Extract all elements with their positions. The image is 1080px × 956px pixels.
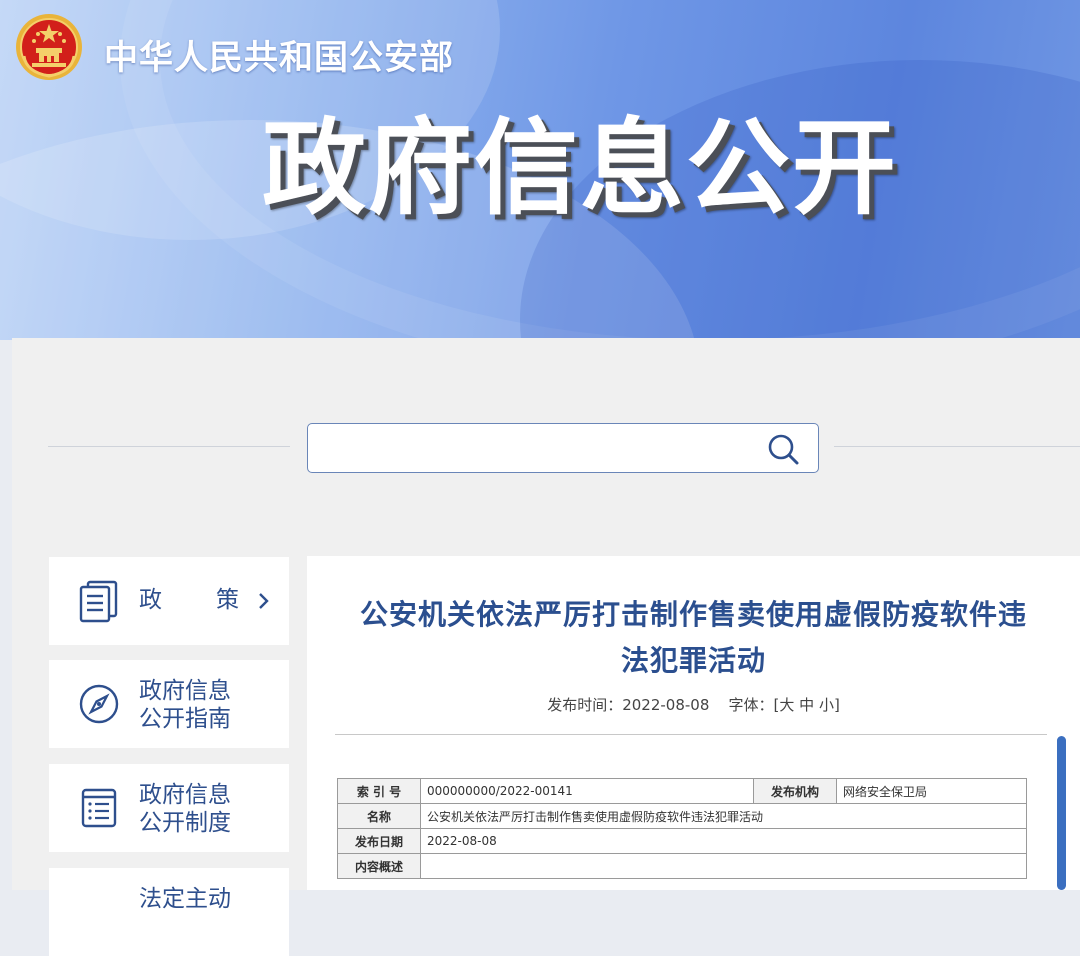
nav-label-line: 公开指南: [139, 706, 231, 732]
publish-time-label: 发布时间：: [547, 696, 623, 714]
nav-item-label: 政府信息 公开指南: [139, 677, 259, 733]
font-size-large-button[interactable]: 大: [779, 696, 794, 714]
table-cell-label: 索 引 号: [337, 778, 421, 804]
font-size-label: 字体：: [728, 696, 774, 714]
article-panel: 公安机关依法严厉打击制作售卖使用虚假防疫软件违 法犯罪活动 发布时间：2022-…: [307, 556, 1080, 890]
nav-label-line: 政府信息: [139, 678, 231, 704]
nav-item-label: 法定主动: [139, 885, 259, 913]
search-box: [307, 423, 819, 473]
chevron-right-icon: [259, 593, 269, 609]
table-row: 索 引 号 000000000/2022-00141 发布机构 网络安全保卫局: [337, 778, 1027, 804]
scrollbar-thumb[interactable]: [1057, 736, 1066, 890]
nav-label-part: 策: [216, 587, 239, 613]
site-name[interactable]: 中华人民共和国公安部: [104, 30, 454, 79]
divider: [335, 734, 1047, 735]
article-title-line: 公安机关依法严厉打击制作售卖使用虚假防疫软件违: [359, 598, 1027, 631]
nav-label-line: 政府信息: [139, 782, 231, 808]
header-banner: 中华人民共和国公安部 政府信息公开: [0, 0, 1080, 340]
table-cell-value: [420, 853, 1027, 879]
national-emblem-icon[interactable]: [14, 12, 84, 82]
table-row: 名称 公安机关依法严厉打击制作售卖使用虚假防疫软件违法犯罪活动: [337, 803, 1027, 829]
table-cell-label: 内容概述: [337, 853, 421, 879]
nav-item-statutory[interactable]: 法定主动: [49, 868, 289, 956]
table-cell-label: 发布日期: [337, 828, 421, 854]
table-cell-value: 公安机关依法严厉打击制作售卖使用虚假防疫软件违法犯罪活动: [420, 803, 1027, 829]
nav-item-disclosure-system[interactable]: 政府信息 公开制度: [49, 764, 289, 852]
table-row: 发布日期 2022-08-08: [337, 828, 1027, 854]
table-row: 内容概述: [337, 853, 1027, 879]
compass-icon: [79, 684, 119, 724]
divider-line: [834, 446, 1080, 447]
nav-label-line: 法定主动: [139, 886, 231, 912]
content-panel: 政 策 政府信息 公开指南 政府信息 公开制度 法定主动 公安机关依法严厉打击制…: [12, 338, 1080, 956]
list-document-icon: [81, 788, 117, 828]
search-input[interactable]: [318, 430, 752, 466]
document-stack-icon: [79, 580, 118, 623]
font-size-small-button[interactable]: 小: [819, 696, 834, 714]
table-cell-value: 000000000/2022-00141: [420, 778, 754, 804]
table-cell-value: 2022-08-08: [420, 828, 1027, 854]
table-cell-label: 发布机构: [753, 778, 837, 804]
bracket: ]: [833, 696, 840, 714]
publish-date: 2022-08-08: [622, 696, 710, 714]
article-title: 公安机关依法严厉打击制作售卖使用虚假防疫软件违 法犯罪活动: [307, 592, 1080, 684]
table-cell-label: 名称: [337, 803, 421, 829]
nav-label-part: 政: [139, 587, 162, 613]
nav-item-policy[interactable]: 政 策: [49, 557, 289, 645]
nav-item-disclosure-guide[interactable]: 政府信息 公开指南: [49, 660, 289, 748]
banner-title: 政府信息公开: [262, 107, 899, 229]
table-cell-value: 网络安全保卫局: [836, 778, 1027, 804]
nav-item-label: 政 策: [139, 586, 239, 614]
font-size-medium-button[interactable]: 中: [799, 696, 814, 714]
divider-line: [48, 446, 290, 447]
nav-label-line: 公开制度: [139, 810, 231, 836]
info-table: 索 引 号 000000000/2022-00141 发布机构 网络安全保卫局 …: [337, 778, 1027, 879]
search-icon[interactable]: [766, 432, 800, 466]
article-title-line: 法犯罪活动: [620, 644, 766, 677]
article-meta: 发布时间：2022-08-08 字体：[大 中 小]: [307, 694, 1080, 715]
nav-item-label: 政府信息 公开制度: [139, 781, 259, 837]
